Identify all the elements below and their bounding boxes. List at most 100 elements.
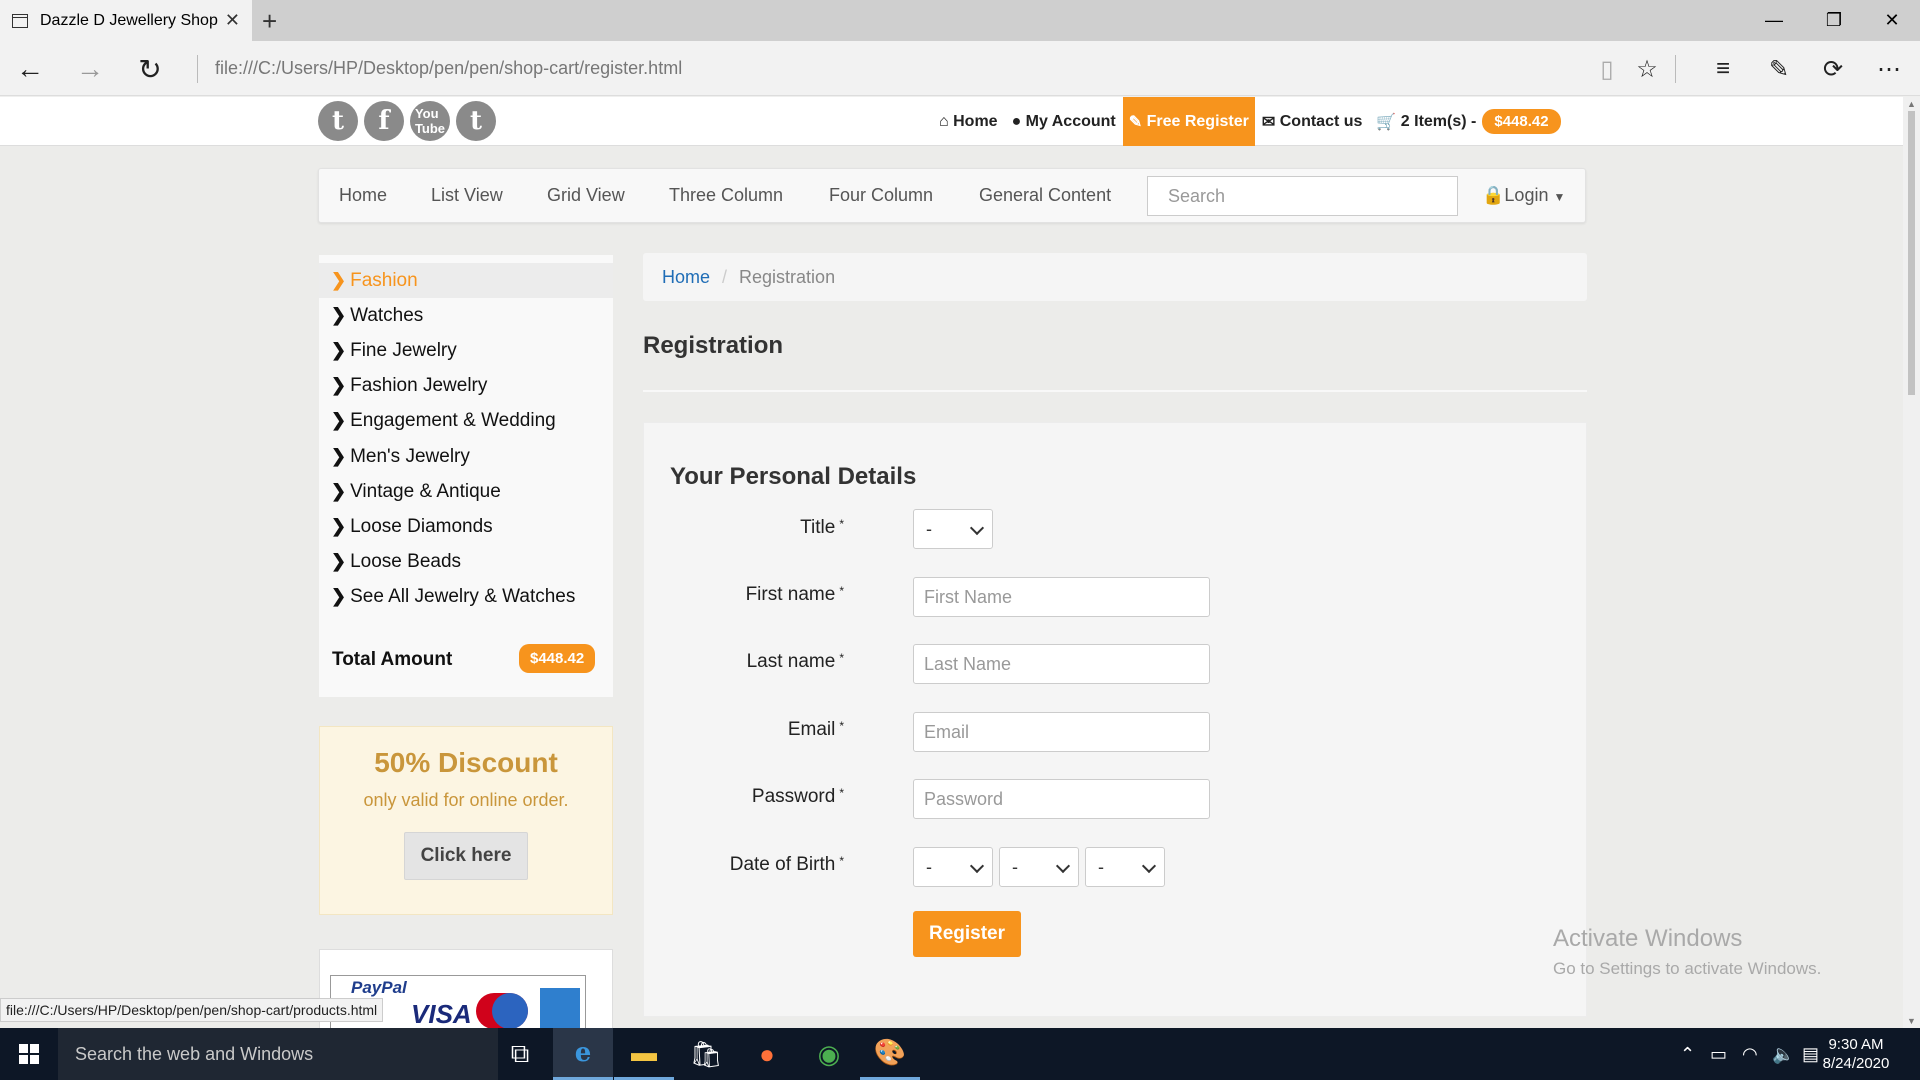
category-item[interactable]: ❯ Engagement & Wedding (319, 403, 613, 438)
watermark-line2: Go to Settings to activate Windows. (1553, 959, 1822, 978)
more-icon[interactable]: ⋯ (1872, 53, 1906, 85)
discount-promo: 50% Discount only valid for online order… (319, 726, 613, 915)
chevron-right-icon: ❯ (331, 375, 347, 395)
category-item[interactable]: ❯ Fashion Jewelry (319, 368, 613, 403)
restore-icon[interactable]: ❐ (1806, 0, 1862, 41)
nav-general-content[interactable]: General Content (979, 169, 1111, 222)
edge-browser-icon[interactable]: e (553, 1028, 613, 1080)
tumblr-icon[interactable]: t (456, 101, 496, 141)
browser-tab[interactable]: Dazzle D Jewellery Shop ✕ (0, 0, 252, 41)
title-select[interactable]: - (913, 509, 993, 549)
paint-icon[interactable]: 🎨 (860, 1028, 920, 1080)
dob-year-select[interactable]: - (1085, 847, 1165, 887)
required-mark: * (839, 854, 844, 868)
volume-icon[interactable]: 🔈 (1772, 1028, 1794, 1080)
clock-time: 9:30 AM (1828, 1036, 1884, 1053)
share-icon[interactable]: ⟳ (1816, 53, 1850, 85)
total-amount-label: Total Amount (332, 649, 453, 670)
promo-subtitle: only valid for online order. (363, 790, 569, 810)
new-tab-icon[interactable]: + (262, 6, 277, 37)
edit-icon: ✎ (1128, 113, 1147, 131)
nav-list-view[interactable]: List View (431, 169, 503, 222)
free-register-link[interactable]: ✎ Free Register (1122, 97, 1255, 146)
category-item[interactable]: ❯ See All Jewelry & Watches (319, 579, 613, 614)
top-home-link[interactable]: ⌂ Home (932, 97, 1005, 146)
browser-tabbar: Dazzle D Jewellery Shop ✕ + — ❐ ✕ (0, 0, 1920, 41)
category-item[interactable]: ❯ Vintage & Antique (319, 474, 613, 509)
category-item[interactable]: ❯ Watches (319, 298, 613, 333)
login-dropdown[interactable]: 🔒Login ▼ (1482, 169, 1565, 222)
chevron-right-icon: ❯ (331, 551, 347, 571)
promo-click-here-button[interactable]: Click here (403, 832, 529, 880)
chevron-right-icon: ❯ (331, 305, 347, 325)
url-field[interactable]: file:///C:/Users/HP/Desktop/pen/pen/shop… (215, 58, 682, 79)
category-item[interactable]: ❯ Fashion (319, 263, 613, 298)
cart-link[interactable]: 🛒 2 Item(s) - $448.42 (1369, 97, 1567, 146)
back-icon[interactable]: ← (10, 51, 50, 87)
minimize-icon[interactable]: — (1746, 0, 1802, 41)
category-label: Fashion (350, 269, 418, 291)
taskbar-clock[interactable]: 9:30 AM 8/24/2020 (1816, 1035, 1896, 1073)
nav-grid-view[interactable]: Grid View (547, 169, 625, 222)
refresh-icon[interactable]: ↻ (130, 51, 170, 87)
web-note-icon[interactable]: ✎ (1762, 53, 1796, 85)
user-icon: ● (1011, 112, 1026, 130)
required-mark: * (839, 517, 844, 531)
category-label: Fashion Jewelry (350, 374, 488, 396)
nav-four-column[interactable]: Four Column (829, 169, 933, 222)
twitter-icon[interactable]: t (318, 101, 358, 141)
chevron-right-icon: ❯ (331, 516, 347, 536)
scroll-up-icon[interactable]: ▲ (1907, 99, 1916, 109)
nav-home[interactable]: Home (339, 169, 387, 222)
home-icon: ⌂ (939, 112, 954, 130)
first-name-label-text: First name (745, 584, 836, 605)
my-account-link[interactable]: ● My Account (1005, 97, 1123, 146)
battery-icon[interactable]: ▭ (1710, 1028, 1727, 1080)
reading-view-icon[interactable]: ▯ (1590, 53, 1624, 85)
file-explorer-icon[interactable]: ▬ (614, 1028, 674, 1080)
dob-month-select[interactable]: - (999, 847, 1079, 887)
category-item[interactable]: ❯ Fine Jewelry (319, 333, 613, 368)
category-label: Watches (350, 304, 424, 326)
firefox-icon[interactable]: ● (737, 1028, 797, 1080)
last-name-input[interactable]: Last Name (913, 644, 1210, 684)
email-input[interactable]: Email (913, 712, 1210, 752)
cart-icon: 🛒 (1376, 113, 1401, 131)
breadcrumb-current: Registration (739, 266, 836, 287)
forward-icon[interactable]: → (70, 51, 110, 87)
dob-day-select[interactable]: - (913, 847, 993, 887)
email-label-text: Email (787, 719, 836, 740)
hub-icon[interactable]: ≡ (1706, 53, 1740, 85)
breadcrumb-home-link[interactable]: Home (662, 267, 710, 288)
start-button[interactable] (0, 1028, 58, 1080)
task-view-icon[interactable]: ⧉ (490, 1028, 550, 1080)
category-item[interactable]: ❯ Men's Jewelry (319, 439, 613, 474)
category-item[interactable]: ❯ Loose Diamonds (319, 509, 613, 544)
category-item[interactable]: ❯ Loose Beads (319, 544, 613, 579)
page-scrollbar[interactable]: ▲ ▼ (1903, 97, 1920, 1028)
close-tab-icon[interactable]: ✕ (225, 10, 240, 31)
store-icon[interactable]: 🛍 (676, 1028, 736, 1080)
scrollbar-thumb[interactable] (1908, 111, 1915, 395)
wifi-icon[interactable]: ◠ (1742, 1028, 1758, 1080)
password-input[interactable]: Password (913, 779, 1210, 819)
facebook-icon[interactable]: f (364, 101, 404, 141)
search-input[interactable]: Search (1147, 176, 1458, 216)
required-mark: * (839, 584, 844, 598)
scroll-down-icon[interactable]: ▼ (1907, 1016, 1916, 1026)
youtube-icon[interactable]: You Tube (410, 101, 450, 141)
register-button[interactable]: Register (913, 911, 1021, 957)
watermark-line1: Activate Windows (1553, 925, 1743, 952)
chrome-icon[interactable]: ◉ (799, 1028, 859, 1080)
first-name-label: First name * (644, 584, 844, 606)
first-name-input[interactable]: First Name (913, 577, 1210, 617)
favorite-star-icon[interactable]: ☆ (1630, 53, 1664, 85)
contact-us-link[interactable]: ✉ Contact us (1255, 97, 1370, 146)
show-hidden-icons-icon[interactable]: ⌃ (1680, 1028, 1695, 1080)
password-label-text: Password (751, 786, 836, 807)
taskbar-search-input[interactable]: Search the web and Windows (58, 1028, 498, 1080)
divider (643, 390, 1587, 392)
chevron-right-icon: ❯ (331, 446, 347, 466)
nav-three-column[interactable]: Three Column (669, 169, 783, 222)
window-close-icon[interactable]: ✕ (1864, 0, 1920, 41)
